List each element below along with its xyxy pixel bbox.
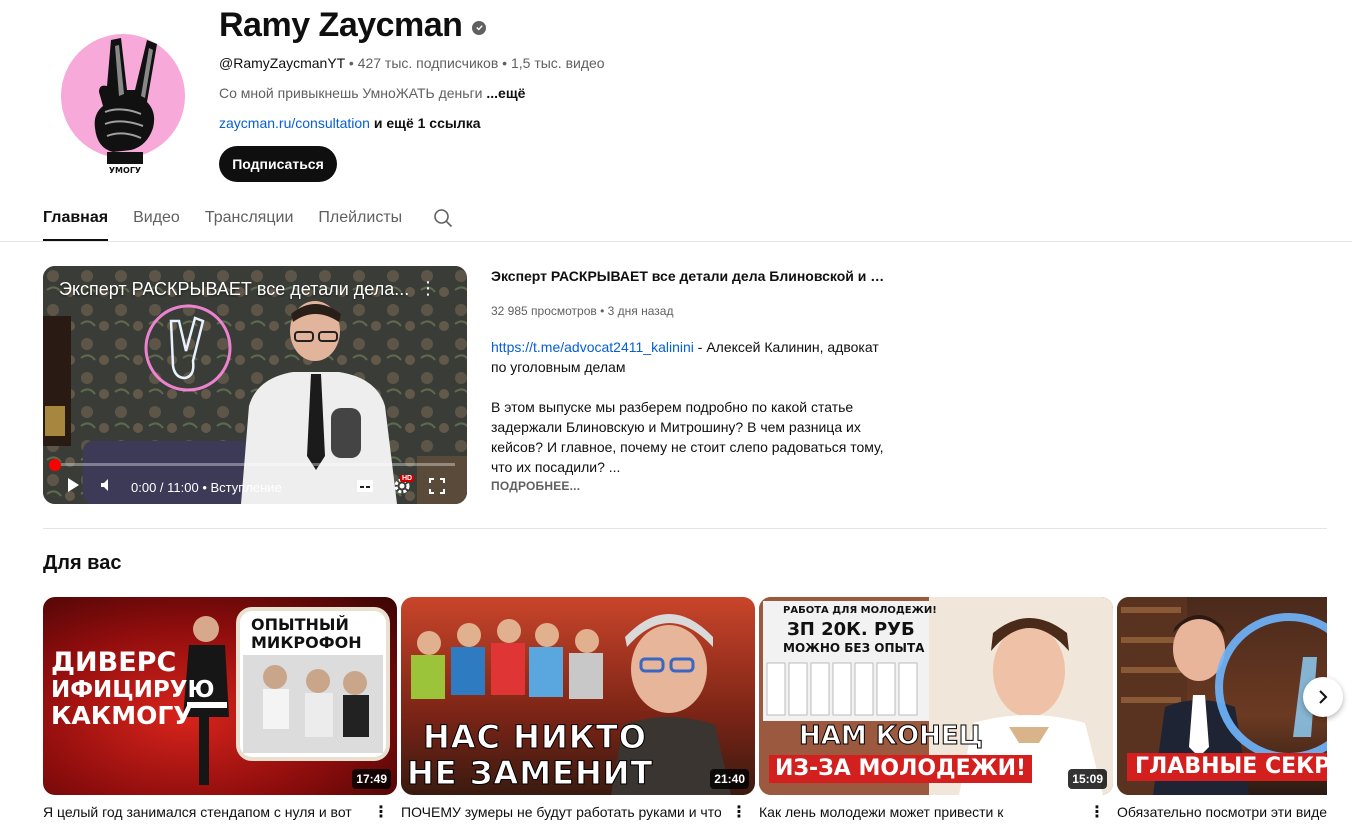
tab-home[interactable]: Главная <box>43 200 109 241</box>
video-thumbnail[interactable]: РАБОТА ДЛЯ МОЛОДЕЖИ! ЗП 20К. РУБ МОЖНО Б… <box>759 597 1113 795</box>
thumb-text-1: НАМ КОНЕЦ <box>799 721 984 751</box>
poster-text-3: МОЖНО БЕЗ ОПЫТА <box>783 641 925 655</box>
poster-text-2: МИКРОФОН <box>251 633 362 652</box>
video-thumbnail[interactable]: ГЛАВНЫЕ СЕКРЕ <box>1117 597 1327 795</box>
channel-avatar[interactable]: УМОГУ <box>61 34 185 175</box>
channel-description[interactable]: Со мной привыкнешь УмноЖАТЬ деньги ...ещ… <box>219 85 525 101</box>
subscribe-button[interactable]: Подписаться <box>219 146 337 182</box>
hd-badge: HD <box>400 475 415 482</box>
tabs-divider <box>0 241 1352 242</box>
video-card[interactable]: ГЛАВНЫЕ СЕКРЕ Обязательно посмотри эти в… <box>1117 597 1327 826</box>
view-count: 32 985 просмотров <box>491 304 597 318</box>
thumb-text-1: НАС НИКТО <box>423 718 647 756</box>
thumb-text-3: КАКМОГУ <box>51 701 193 730</box>
chapter-label[interactable]: • Вступление <box>202 480 281 495</box>
thumb-text-2: ИЗ-ЗА МОЛОДЕЖИ! <box>769 755 1033 783</box>
meta-separator: • <box>502 55 508 71</box>
volume-icon[interactable] <box>99 477 115 493</box>
video-duration: 17:49 <box>352 769 391 789</box>
more-vert-icon[interactable]: ⋮ <box>419 279 437 297</box>
video-thumbnail[interactable]: ДИВЕРС ИФИЦИРУЮ КАКМОГУ ОПЫТНЫЙ МИКРОФОН… <box>43 597 397 795</box>
featured-video-title[interactable]: Эксперт РАСКРЫВАЕТ все детали дела Блино… <box>491 268 891 284</box>
video-duration: 15:09 <box>1068 769 1107 789</box>
time-display: 0:00 / 11:00 <box>131 480 199 495</box>
upload-age: 3 дня назад <box>607 304 674 318</box>
subtitles-icon[interactable] <box>356 479 374 493</box>
channel-links: zaycman.ru/consultation и ещё 1 ссылка <box>219 115 481 131</box>
tab-live[interactable]: Трансляции <box>205 200 294 241</box>
video-title[interactable]: ПОЧЕМУ зумеры не будут работать руками и… <box>401 804 721 820</box>
more-vert-icon[interactable]: ⋮ <box>373 802 389 822</box>
video-frame <box>43 266 467 504</box>
featured-video-player[interactable]: Эксперт РАСКРЫВАЕТ все детали дела... ⋮ … <box>43 266 467 504</box>
poster-text-2: ЗП 20К. РУБ <box>787 619 915 640</box>
progress-bar[interactable] <box>55 463 455 466</box>
thumb-text-1: ДИВЕРС <box>51 647 177 678</box>
channel-link[interactable]: zaycman.ru/consultation <box>219 115 370 131</box>
video-count: 1,5 тыс. видео <box>510 55 605 71</box>
search-icon[interactable] <box>433 208 453 228</box>
video-title[interactable]: Как лень молодежи может привести к <box>759 804 1079 820</box>
thumb-text-2: НЕ ЗАМЕНИТ <box>406 754 654 792</box>
play-icon[interactable] <box>65 477 81 493</box>
avatar-caption: УМОГУ <box>109 166 141 175</box>
thumb-text-1: ГЛАВНЫЕ СЕКРЕ <box>1127 753 1327 781</box>
description-link[interactable]: https://t.me/advocat2411_kalinini <box>491 339 694 355</box>
channel-name-row: Ramy Zaycman <box>219 6 487 45</box>
video-card[interactable]: НАС НИКТО НЕ ЗАМЕНИТ 21:40 ПОЧЕМУ зумеры… <box>401 597 755 821</box>
tab-videos[interactable]: Видео <box>133 200 180 241</box>
video-card[interactable]: ДИВЕРС ИФИЦИРУЮ КАКМОГУ ОПЫТНЫЙ МИКРОФОН… <box>43 597 397 821</box>
video-thumbnail[interactable]: НАС НИКТО НЕ ЗАМЕНИТ 21:40 <box>401 597 755 795</box>
time-chapter: 0:00 / 11:00 • Вступление <box>131 480 282 495</box>
more-vert-icon[interactable]: ⋮ <box>1089 802 1105 822</box>
video-duration: 21:40 <box>710 769 749 789</box>
featured-video-description: https://t.me/advocat2411_kalinini - Алек… <box>491 337 891 497</box>
fullscreen-icon[interactable] <box>429 478 445 494</box>
chevron-right-icon <box>1319 690 1328 704</box>
video-title[interactable]: Я целый год занимался стендапом с нуля и… <box>43 804 363 820</box>
carousel-next-button[interactable] <box>1303 677 1343 717</box>
more-links[interactable]: и ещё 1 ссылка <box>374 115 481 131</box>
meta-separator: • <box>348 55 354 71</box>
progress-scrubber[interactable] <box>49 459 61 471</box>
more-vert-icon[interactable]: ⋮ <box>731 802 747 822</box>
channel-name: Ramy Zaycman <box>219 6 463 44</box>
peace-hand-logo: УМОГУ <box>94 38 157 175</box>
video-title[interactable]: Обязательно посмотри эти видео <box>1117 804 1327 820</box>
section-title: Для вас <box>43 552 122 574</box>
description-paragraph: В этом выпуске мы разберем подробно по к… <box>491 399 884 475</box>
channel-meta: @RamyZaycmanYT • 427 тыс. подписчиков • … <box>219 55 605 71</box>
description-text: Со мной привыкнешь УмноЖАТЬ деньги <box>219 85 483 101</box>
player-title-overlay[interactable]: Эксперт РАСКРЫВАЕТ все детали дела... <box>59 279 419 300</box>
poster-text-1: РАБОТА ДЛЯ МОЛОДЕЖИ! <box>783 605 937 616</box>
description-more[interactable]: ...ещё <box>486 85 525 101</box>
thumb-text-2: ИФИЦИРУЮ <box>51 677 215 703</box>
poster-text-1: ОПЫТНЫЙ <box>251 615 349 634</box>
stats-separator: • <box>600 304 605 318</box>
video-card[interactable]: РАБОТА ДЛЯ МОЛОДЕЖИ! ЗП 20К. РУБ МОЖНО Б… <box>759 597 1113 821</box>
featured-video-stats: 32 985 просмотров • 3 дня назад <box>491 304 673 318</box>
subscriber-count: 427 тыс. подписчиков <box>357 55 499 71</box>
verified-icon <box>472 20 487 35</box>
channel-handle: @RamyZaycmanYT <box>219 55 345 71</box>
section-divider <box>43 528 1327 529</box>
read-more-link[interactable]: ПОДРОБНЕЕ... <box>491 479 580 493</box>
tab-playlists[interactable]: Плейлисты <box>318 200 402 241</box>
channel-tabs: Главная Видео Трансляции Плейлисты <box>43 200 427 241</box>
